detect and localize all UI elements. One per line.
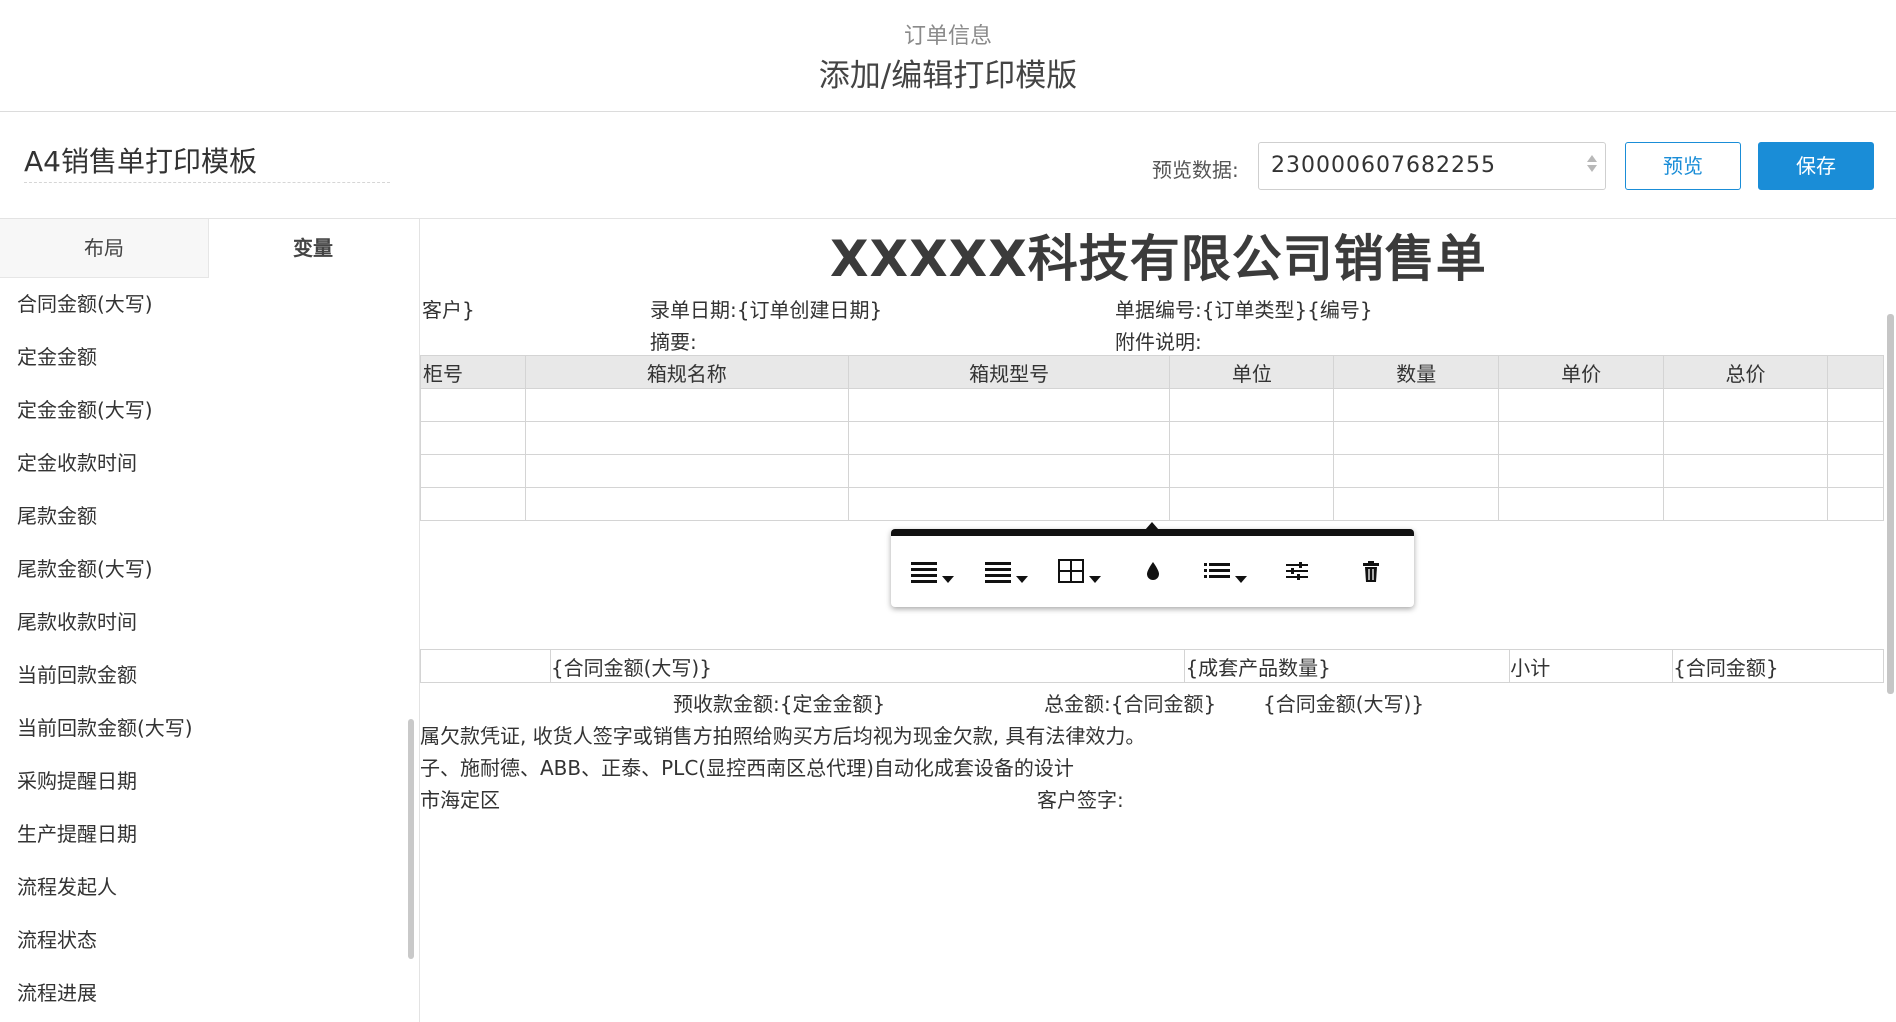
template-toolbar: A4销售单打印模板 预览数据: 230000607682255 预览 保存 <box>0 112 1896 219</box>
variable-item[interactable]: 当前回款金额 <box>17 660 137 690</box>
line-spacing-icon-graphic <box>985 562 1011 583</box>
deposit-line[interactable]: 预收款金额:{定金金额} <box>673 688 885 717</box>
settings-sliders-icon[interactable] <box>1285 558 1309 584</box>
variable-item[interactable]: 流程发起人 <box>17 872 117 902</box>
variable-item[interactable]: 当前回款金额(大写) <box>17 713 193 743</box>
column-header-empty[interactable] <box>1827 355 1884 389</box>
chevron-down-icon <box>942 576 954 583</box>
summary-row[interactable]: {合同金额(大写)} {成套产品数量} 小计 {合同金额} <box>420 649 1884 683</box>
column-header[interactable]: 箱规型号 <box>847 355 1171 389</box>
save-button[interactable]: 保存 <box>1758 142 1874 190</box>
color-drop-icon[interactable] <box>1144 558 1162 584</box>
variable-item[interactable]: 定金金额(大写) <box>17 395 153 425</box>
variable-item[interactable]: 采购提醒日期 <box>17 766 137 796</box>
customer-sign[interactable]: 客户签字: <box>1037 784 1124 813</box>
column-header[interactable]: 单价 <box>1498 355 1665 389</box>
breadcrumb[interactable]: 订单信息 <box>0 18 1896 50</box>
chevron-down-icon <box>1016 576 1028 583</box>
spin-up-icon[interactable] <box>1587 155 1597 162</box>
table-header-row: 柜号 箱规名称 箱规型号 单位 数量 单价 总价 <box>420 355 1884 389</box>
variable-item[interactable]: 定金收款时间 <box>17 448 137 478</box>
variable-list: 合同金额(大写) 定金金额 定金金额(大写) 定金收款时间 尾款金额 尾款金额(… <box>0 289 405 1022</box>
sidebar-scrollbar[interactable] <box>408 719 414 959</box>
variable-item[interactable]: 尾款金额 <box>17 501 97 531</box>
summary-contract-amount-cn[interactable]: {合同金额(大写)} <box>549 649 1186 683</box>
summary-contract-amount[interactable]: {合同金额} <box>1672 649 1884 683</box>
canvas-scrollbar[interactable] <box>1887 314 1894 694</box>
page-title: 添加/编辑打印模版 <box>818 58 1078 94</box>
preview-data-label: 预览数据: <box>1152 158 1239 182</box>
column-header[interactable]: 数量 <box>1333 355 1500 389</box>
table-grid-icon[interactable] <box>1058 558 1101 584</box>
address-text[interactable]: 市海定区 <box>420 784 500 813</box>
column-header[interactable]: 总价 <box>1663 355 1828 389</box>
print-canvas: XXXXX科技有限公司销售单 客户} 录单日期:{订单创建日期} 单据编号:{订… <box>420 219 1896 1022</box>
list-icon-graphic <box>1204 563 1230 578</box>
settings-sliders-icon-graphic <box>1286 562 1308 580</box>
table-grid-icon-graphic <box>1058 559 1084 583</box>
preview-data-input[interactable]: 230000607682255 <box>1258 142 1606 190</box>
align-icon[interactable] <box>911 558 954 584</box>
page-header: 订单信息 添加/编辑打印模版 <box>0 0 1896 112</box>
sidebar: 布局 变量 合同金额(大写) 定金金额 定金金额(大写) 定金收款时间 尾款金额… <box>0 219 420 1022</box>
customer-field[interactable]: 客户} <box>422 294 475 323</box>
document-title[interactable]: XXXXX科技有限公司销售单 <box>830 219 1487 291</box>
items-table[interactable]: 柜号 箱规名称 箱规型号 单位 数量 单价 总价 <box>420 355 1884 521</box>
summary-package-qty[interactable]: {成套产品数量} <box>1184 649 1511 683</box>
variable-item[interactable]: 流程进展 <box>17 978 97 1008</box>
variable-item[interactable]: 尾款收款时间 <box>17 607 137 637</box>
table-row[interactable] <box>420 421 1884 455</box>
entry-date-field[interactable]: 录单日期:{订单创建日期} <box>650 294 882 323</box>
popover-arrow <box>1145 522 1159 530</box>
line-spacing-icon[interactable] <box>985 558 1028 584</box>
doc-number-field[interactable]: 单据编号:{订单类型}{编号} <box>1115 294 1373 323</box>
template-name-field[interactable]: A4销售单打印模板 <box>24 142 390 183</box>
variable-item[interactable]: 尾款金额(大写) <box>17 554 153 584</box>
trash-icon-graphic <box>1363 561 1379 582</box>
column-header[interactable]: 柜号 <box>420 355 526 389</box>
chevron-down-icon <box>1235 576 1247 583</box>
table-cell[interactable] <box>420 649 551 683</box>
variable-item[interactable]: 生产提醒日期 <box>17 819 137 849</box>
color-drop-icon-graphic <box>1147 562 1159 580</box>
table-row[interactable] <box>420 487 1884 521</box>
total-line[interactable]: 总金额:{合同金额} <box>1044 688 1216 717</box>
subtotal-label[interactable]: 小计 <box>1509 649 1674 683</box>
number-spinner[interactable] <box>1587 155 1597 179</box>
notice-text[interactable]: 属欠款凭证, 收货人签字或销售方拍照给购买方后均视为现金欠款, 具有法律效力。 <box>420 720 1145 749</box>
variable-item[interactable]: 定金金额 <box>17 342 97 372</box>
attachment-field[interactable]: 附件说明: <box>1115 326 1202 355</box>
column-header[interactable]: 单位 <box>1169 355 1335 389</box>
products-text[interactable]: 子、施耐德、ABB、正泰、PLC(显控西南区总代理)自动化成套设备的设计 <box>420 752 1074 781</box>
preview-data-value: 230000607682255 <box>1271 153 1496 178</box>
summary-table[interactable]: {合同金额(大写)} {成套产品数量} 小计 {合同金额} <box>420 649 1884 683</box>
preview-button[interactable]: 预览 <box>1625 142 1741 190</box>
align-icon-graphic <box>911 562 937 583</box>
sidebar-tabs: 布局 变量 <box>0 219 419 278</box>
table-row[interactable] <box>420 388 1884 422</box>
table-row[interactable] <box>420 454 1884 488</box>
variable-item[interactable]: 合同金额(大写) <box>17 289 153 319</box>
column-header[interactable]: 箱规名称 <box>524 355 849 389</box>
format-toolbar <box>891 522 1414 607</box>
total-cn[interactable]: {合同金额(大写)} <box>1263 688 1424 717</box>
summary-field[interactable]: 摘要: <box>650 326 697 355</box>
spin-down-icon[interactable] <box>1587 165 1597 172</box>
tab-layout[interactable]: 布局 <box>0 219 209 278</box>
list-icon[interactable] <box>1204 558 1247 584</box>
chevron-down-icon <box>1089 576 1101 583</box>
trash-icon[interactable] <box>1361 558 1381 584</box>
tab-variables[interactable]: 变量 <box>209 219 417 277</box>
variable-item[interactable]: 流程状态 <box>17 925 97 955</box>
